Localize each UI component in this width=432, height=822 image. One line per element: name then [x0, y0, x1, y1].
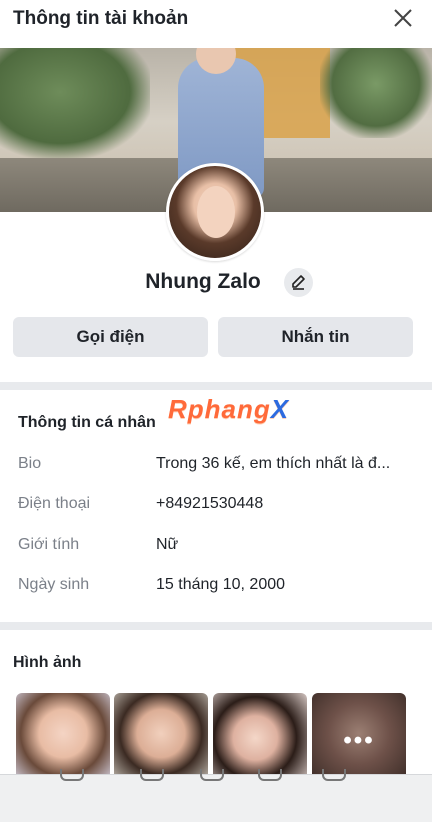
message-button[interactable]: Nhắn tin: [218, 317, 413, 357]
gender-label: Giới tính: [18, 536, 80, 553]
avatar[interactable]: [166, 163, 264, 261]
photo-thumbnail-more[interactable]: •••: [312, 693, 406, 774]
photo-thumbnail[interactable]: [16, 693, 110, 774]
birthday-label: Ngày sinh: [18, 576, 90, 593]
profile-name: Nhung Zalo: [145, 270, 261, 293]
watermark: RphangX: [168, 394, 290, 424]
photo-thumbnail[interactable]: [114, 693, 208, 774]
bio-value: Trong 36 kế, em thích nhất là đ...: [156, 455, 391, 472]
personal-info-title: Thông tin cá nhân: [18, 414, 156, 431]
toolbar-icon[interactable]: [322, 769, 346, 781]
edit-name-button[interactable]: [284, 268, 313, 297]
toolbar-icon[interactable]: [60, 769, 84, 781]
birthday-value: 15 tháng 10, 2000: [156, 576, 286, 593]
photo-thumbnail[interactable]: [213, 693, 307, 774]
section-divider: [0, 622, 432, 630]
toolbar-icon[interactable]: [258, 769, 282, 781]
photos-title: Hình ảnh: [13, 654, 82, 671]
profile-name-row: Nhung Zalo: [0, 270, 432, 294]
close-button[interactable]: [389, 6, 417, 34]
call-button[interactable]: Gọi điện: [13, 317, 208, 357]
more-icon: •••: [343, 727, 375, 754]
page-title: Thông tin tài khoản: [13, 8, 189, 29]
header: Thông tin tài khoản: [0, 0, 432, 48]
bottom-bar: [0, 769, 432, 822]
gender-value: Nữ: [156, 536, 179, 553]
phone-value: +84921530448: [156, 495, 264, 512]
toolbar-icon[interactable]: [140, 769, 164, 781]
account-info-panel: Thông tin tài khoản Nhung Zalo Gọi điện …: [0, 0, 432, 774]
bio-label: Bio: [18, 455, 42, 472]
toolbar-icon[interactable]: [200, 769, 224, 781]
section-divider: [0, 382, 432, 390]
pencil-icon: [292, 275, 305, 290]
close-icon: [394, 9, 412, 27]
phone-label: Điện thoại: [18, 495, 91, 512]
